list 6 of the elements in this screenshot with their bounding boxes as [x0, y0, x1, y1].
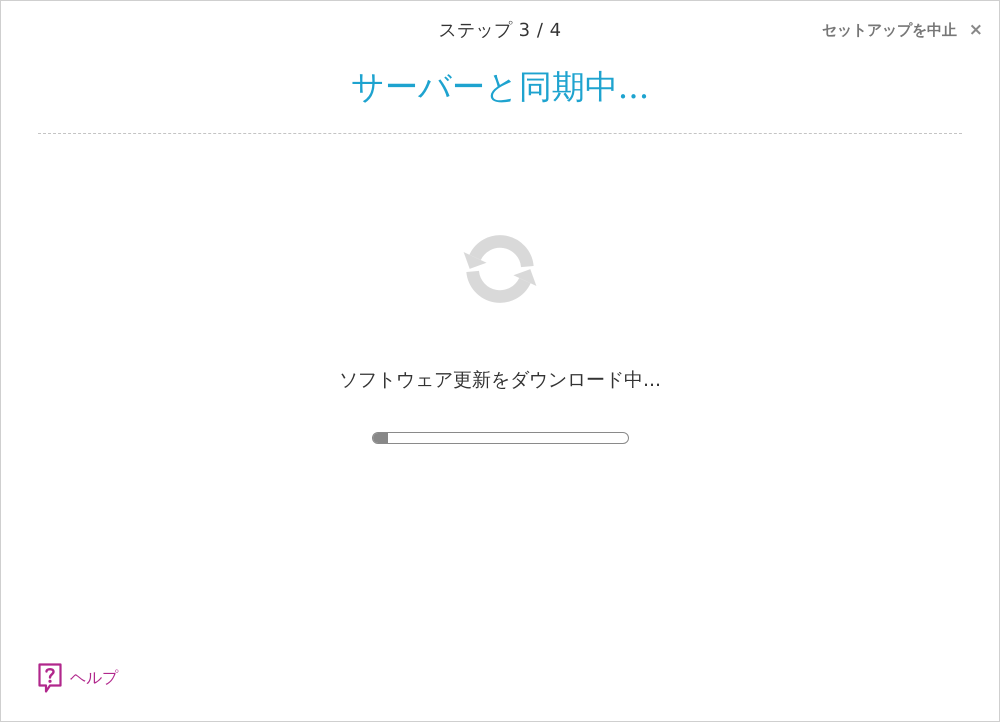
- step-indicator: ステップ 3 / 4: [438, 19, 562, 42]
- help-button[interactable]: ヘルプ: [38, 663, 118, 693]
- help-icon: [38, 663, 62, 693]
- page-title: サーバーと同期中...: [350, 67, 650, 107]
- status-message: ソフトウェア更新をダウンロード中...: [338, 368, 662, 393]
- cancel-setup-button[interactable]: セットアップを中止 ×: [822, 18, 983, 42]
